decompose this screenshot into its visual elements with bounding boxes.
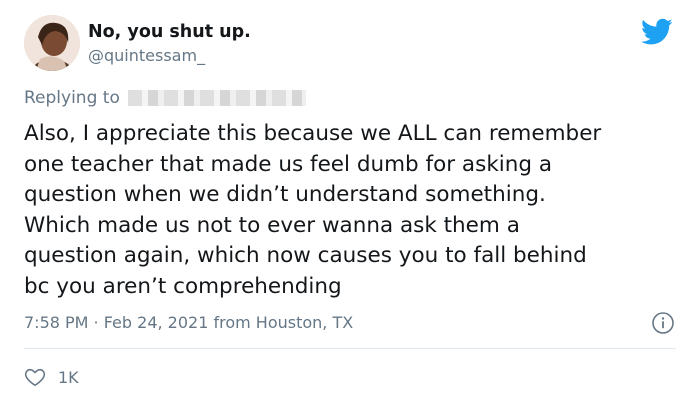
heart-icon[interactable] bbox=[24, 366, 46, 388]
tweet-text: Also, I appreciate this because we ALL c… bbox=[24, 121, 602, 299]
divider bbox=[24, 348, 676, 349]
redacted-username bbox=[127, 90, 306, 106]
avatar[interactable] bbox=[24, 15, 80, 71]
like-count: 1K bbox=[58, 367, 79, 387]
tweet-timestamp[interactable]: 7:58 PM · Feb 24, 2021 from Houston, TX bbox=[24, 313, 353, 332]
info-icon[interactable] bbox=[651, 311, 675, 335]
replying-to: Replying to bbox=[24, 88, 306, 108]
like-action[interactable]: 1K bbox=[24, 366, 79, 388]
avatar-image bbox=[24, 15, 80, 71]
display-name[interactable]: No, you shut up. bbox=[88, 22, 251, 42]
replying-label: Replying to bbox=[24, 88, 120, 108]
twitter-bird-icon[interactable] bbox=[641, 18, 673, 46]
user-handle[interactable]: @quintessam_ bbox=[88, 46, 205, 65]
